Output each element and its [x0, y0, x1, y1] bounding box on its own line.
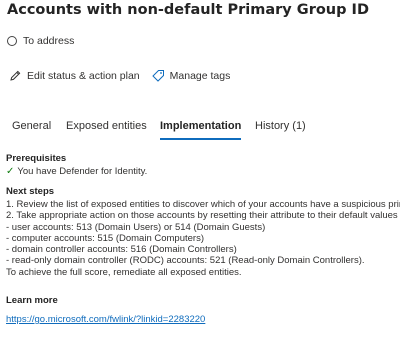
tab-history[interactable]: History (1) [255, 116, 306, 140]
next-step-line: - computer accounts: 515 (Domain Compute… [6, 232, 204, 244]
prerequisite-item: ✓ You have Defender for Identity. [6, 166, 147, 177]
prerequisites-section: Prerequisites ✓ You have Defender for Ide… [6, 153, 147, 177]
edit-status-label: Edit status & action plan [27, 69, 140, 82]
status-circle-icon [7, 36, 17, 46]
tab-general[interactable]: General [12, 116, 51, 140]
next-step-line: 1. Review the list of exposed entities t… [6, 199, 400, 210]
tab-exposed-entities[interactable]: Exposed entities [66, 116, 147, 140]
pencil-icon [9, 69, 22, 82]
tab-implementation[interactable]: Implementation [160, 116, 242, 140]
next-step-line: - read-only domain controller (RODC) acc… [6, 255, 365, 267]
next-step-line: - user accounts: 513 (Domain Users) or 5… [6, 221, 266, 233]
status-label: To address [23, 35, 75, 47]
next-step-line: To achieve the full score, remediate all… [6, 266, 242, 278]
next-steps-section: Next steps 1. Review the list of exposed… [6, 186, 400, 278]
tab-bar: General Exposed entities Implementation … [0, 116, 400, 140]
page-title: Accounts with non-default Primary Group … [7, 2, 369, 18]
prerequisite-text: You have Defender for Identity. [17, 166, 148, 177]
manage-tags-label: Manage tags [169, 69, 231, 82]
next-steps-heading: Next steps [6, 186, 55, 197]
learn-more-link[interactable]: https://go.microsoft.com/fwlink/?linkid=… [6, 314, 205, 325]
status-indicator: To address [7, 35, 74, 47]
actions-toolbar: Edit status & action plan Manage tags [9, 69, 230, 82]
next-step-line: 2. Take appropriate action on those acco… [6, 210, 400, 222]
prerequisites-heading: Prerequisites [6, 153, 67, 164]
manage-tags-button[interactable]: Manage tags [151, 69, 231, 82]
next-step-line: - domain controller accounts: 516 (Domai… [6, 244, 237, 256]
learn-more-section: Learn more https://go.microsoft.com/fwli… [6, 295, 205, 327]
learn-more-heading: Learn more [6, 295, 58, 306]
checkmark-icon: ✓ [6, 166, 15, 177]
tag-icon [151, 69, 165, 82]
edit-status-button[interactable]: Edit status & action plan [9, 69, 140, 82]
